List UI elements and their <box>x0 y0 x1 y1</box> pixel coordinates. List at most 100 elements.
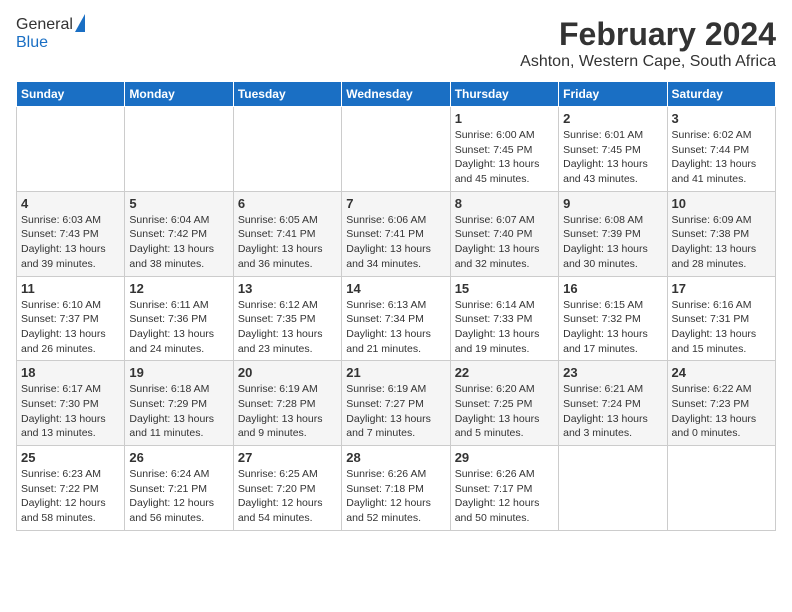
calendar-cell: 5 Sunrise: 6:04 AM Sunset: 7:42 PM Daylig… <box>125 191 233 276</box>
day-info: Sunrise: 6:05 AM Sunset: 7:41 PM Dayligh… <box>238 213 337 272</box>
calendar-cell <box>125 107 233 192</box>
day-info: Sunrise: 6:26 AM Sunset: 7:18 PM Dayligh… <box>346 467 445 526</box>
day-info: Sunrise: 6:10 AM Sunset: 7:37 PM Dayligh… <box>21 298 120 357</box>
day-info: Sunrise: 6:20 AM Sunset: 7:25 PM Dayligh… <box>455 382 554 441</box>
day-number: 20 <box>238 365 337 380</box>
day-info: Sunrise: 6:14 AM Sunset: 7:33 PM Dayligh… <box>455 298 554 357</box>
calendar-header-row: SundayMondayTuesdayWednesdayThursdayFrid… <box>17 82 776 107</box>
day-info: Sunrise: 6:17 AM Sunset: 7:30 PM Dayligh… <box>21 382 120 441</box>
calendar-cell: 1 Sunrise: 6:00 AM Sunset: 7:45 PM Daylig… <box>450 107 558 192</box>
day-number: 27 <box>238 450 337 465</box>
location-title: Ashton, Western Cape, South Africa <box>520 53 776 71</box>
day-info: Sunrise: 6:06 AM Sunset: 7:41 PM Dayligh… <box>346 213 445 272</box>
col-header-tuesday: Tuesday <box>233 82 341 107</box>
calendar-cell: 11Sunrise: 6:10 AM Sunset: 7:37 PM Dayli… <box>17 276 125 361</box>
day-number: 16 <box>563 281 662 296</box>
calendar-cell: 19 Sunrise: 6:18 AM Sunset: 7:29 PM Dayli… <box>125 361 233 446</box>
col-header-monday: Monday <box>125 82 233 107</box>
calendar-cell: 21Sunrise: 6:19 AM Sunset: 7:27 PM Dayli… <box>342 361 450 446</box>
calendar-cell: 2 Sunrise: 6:01 AM Sunset: 7:45 PM Daylig… <box>559 107 667 192</box>
day-number: 5 <box>129 196 228 211</box>
calendar-cell: 4 Sunrise: 6:03 AM Sunset: 7:43 PM Daylig… <box>17 191 125 276</box>
day-number: 1 <box>455 111 554 126</box>
day-info: Sunrise: 6:25 AM Sunset: 7:20 PM Dayligh… <box>238 467 337 526</box>
day-info: Sunrise: 6:04 AM Sunset: 7:42 PM Dayligh… <box>129 213 228 272</box>
day-info: Sunrise: 6:08 AM Sunset: 7:39 PM Dayligh… <box>563 213 662 272</box>
day-info: Sunrise: 6:03 AM Sunset: 7:43 PM Dayligh… <box>21 213 120 272</box>
day-number: 6 <box>238 196 337 211</box>
calendar-cell: 8Sunrise: 6:07 AM Sunset: 7:40 PM Daylig… <box>450 191 558 276</box>
day-number: 25 <box>21 450 120 465</box>
day-number: 18 <box>21 365 120 380</box>
calendar-cell: 25 Sunrise: 6:23 AM Sunset: 7:22 PM Dayli… <box>17 446 125 531</box>
calendar-week-row: 4 Sunrise: 6:03 AM Sunset: 7:43 PM Daylig… <box>17 191 776 276</box>
calendar-cell <box>17 107 125 192</box>
calendar-cell <box>667 446 775 531</box>
calendar-cell: 17 Sunrise: 6:16 AM Sunset: 7:31 PM Dayli… <box>667 276 775 361</box>
day-info: Sunrise: 6:18 AM Sunset: 7:29 PM Dayligh… <box>129 382 228 441</box>
calendar-cell <box>342 107 450 192</box>
calendar-week-row: 25 Sunrise: 6:23 AM Sunset: 7:22 PM Dayli… <box>17 446 776 531</box>
calendar-cell: 22 Sunrise: 6:20 AM Sunset: 7:25 PM Dayli… <box>450 361 558 446</box>
calendar-cell: 16 Sunrise: 6:15 AM Sunset: 7:32 PM Dayli… <box>559 276 667 361</box>
calendar-cell: 26 Sunrise: 6:24 AM Sunset: 7:21 PM Dayli… <box>125 446 233 531</box>
col-header-sunday: Sunday <box>17 82 125 107</box>
calendar-cell: 20 Sunrise: 6:19 AM Sunset: 7:28 PM Dayli… <box>233 361 341 446</box>
day-number: 14 <box>346 281 445 296</box>
day-info: Sunrise: 6:16 AM Sunset: 7:31 PM Dayligh… <box>672 298 771 357</box>
calendar-cell: 15 Sunrise: 6:14 AM Sunset: 7:33 PM Dayli… <box>450 276 558 361</box>
calendar-week-row: 1 Sunrise: 6:00 AM Sunset: 7:45 PM Daylig… <box>17 107 776 192</box>
day-number: 28 <box>346 450 445 465</box>
day-number: 26 <box>129 450 228 465</box>
calendar-cell: 12 Sunrise: 6:11 AM Sunset: 7:36 PM Dayli… <box>125 276 233 361</box>
day-info: Sunrise: 6:01 AM Sunset: 7:45 PM Dayligh… <box>563 128 662 187</box>
day-number: 24 <box>672 365 771 380</box>
calendar-cell: 9Sunrise: 6:08 AM Sunset: 7:39 PM Daylig… <box>559 191 667 276</box>
day-info: Sunrise: 6:11 AM Sunset: 7:36 PM Dayligh… <box>129 298 228 357</box>
month-title: February 2024 <box>520 16 776 53</box>
day-info: Sunrise: 6:15 AM Sunset: 7:32 PM Dayligh… <box>563 298 662 357</box>
day-info: Sunrise: 6:24 AM Sunset: 7:21 PM Dayligh… <box>129 467 228 526</box>
day-info: Sunrise: 6:00 AM Sunset: 7:45 PM Dayligh… <box>455 128 554 187</box>
col-header-saturday: Saturday <box>667 82 775 107</box>
day-number: 15 <box>455 281 554 296</box>
calendar-week-row: 11Sunrise: 6:10 AM Sunset: 7:37 PM Dayli… <box>17 276 776 361</box>
calendar-cell: 13 Sunrise: 6:12 AM Sunset: 7:35 PM Dayli… <box>233 276 341 361</box>
day-number: 2 <box>563 111 662 126</box>
day-info: Sunrise: 6:02 AM Sunset: 7:44 PM Dayligh… <box>672 128 771 187</box>
day-info: Sunrise: 6:19 AM Sunset: 7:28 PM Dayligh… <box>238 382 337 441</box>
calendar-cell: 6 Sunrise: 6:05 AM Sunset: 7:41 PM Daylig… <box>233 191 341 276</box>
day-number: 13 <box>238 281 337 296</box>
calendar-cell <box>559 446 667 531</box>
calendar-cell: 10 Sunrise: 6:09 AM Sunset: 7:38 PM Dayli… <box>667 191 775 276</box>
calendar-table: SundayMondayTuesdayWednesdayThursdayFrid… <box>16 81 776 531</box>
day-info: Sunrise: 6:22 AM Sunset: 7:23 PM Dayligh… <box>672 382 771 441</box>
day-info: Sunrise: 6:23 AM Sunset: 7:22 PM Dayligh… <box>21 467 120 526</box>
day-number: 10 <box>672 196 771 211</box>
logo: General Blue <box>16 16 85 52</box>
day-number: 12 <box>129 281 228 296</box>
calendar-cell: 24 Sunrise: 6:22 AM Sunset: 7:23 PM Dayli… <box>667 361 775 446</box>
day-number: 22 <box>455 365 554 380</box>
col-header-friday: Friday <box>559 82 667 107</box>
day-number: 4 <box>21 196 120 211</box>
day-number: 3 <box>672 111 771 126</box>
day-info: Sunrise: 6:09 AM Sunset: 7:38 PM Dayligh… <box>672 213 771 272</box>
day-info: Sunrise: 6:26 AM Sunset: 7:17 PM Dayligh… <box>455 467 554 526</box>
day-number: 7 <box>346 196 445 211</box>
day-number: 8 <box>455 196 554 211</box>
calendar-cell: 3 Sunrise: 6:02 AM Sunset: 7:44 PM Daylig… <box>667 107 775 192</box>
col-header-thursday: Thursday <box>450 82 558 107</box>
calendar-cell: 23Sunrise: 6:21 AM Sunset: 7:24 PM Dayli… <box>559 361 667 446</box>
calendar-cell: 14Sunrise: 6:13 AM Sunset: 7:34 PM Dayli… <box>342 276 450 361</box>
col-header-wednesday: Wednesday <box>342 82 450 107</box>
day-info: Sunrise: 6:12 AM Sunset: 7:35 PM Dayligh… <box>238 298 337 357</box>
day-number: 19 <box>129 365 228 380</box>
calendar-cell: 7 Sunrise: 6:06 AM Sunset: 7:41 PM Daylig… <box>342 191 450 276</box>
calendar-week-row: 18 Sunrise: 6:17 AM Sunset: 7:30 PM Dayli… <box>17 361 776 446</box>
title-block: February 2024 Ashton, Western Cape, Sout… <box>520 16 776 71</box>
calendar-cell: 18 Sunrise: 6:17 AM Sunset: 7:30 PM Dayli… <box>17 361 125 446</box>
day-number: 17 <box>672 281 771 296</box>
day-number: 21 <box>346 365 445 380</box>
calendar-cell <box>233 107 341 192</box>
